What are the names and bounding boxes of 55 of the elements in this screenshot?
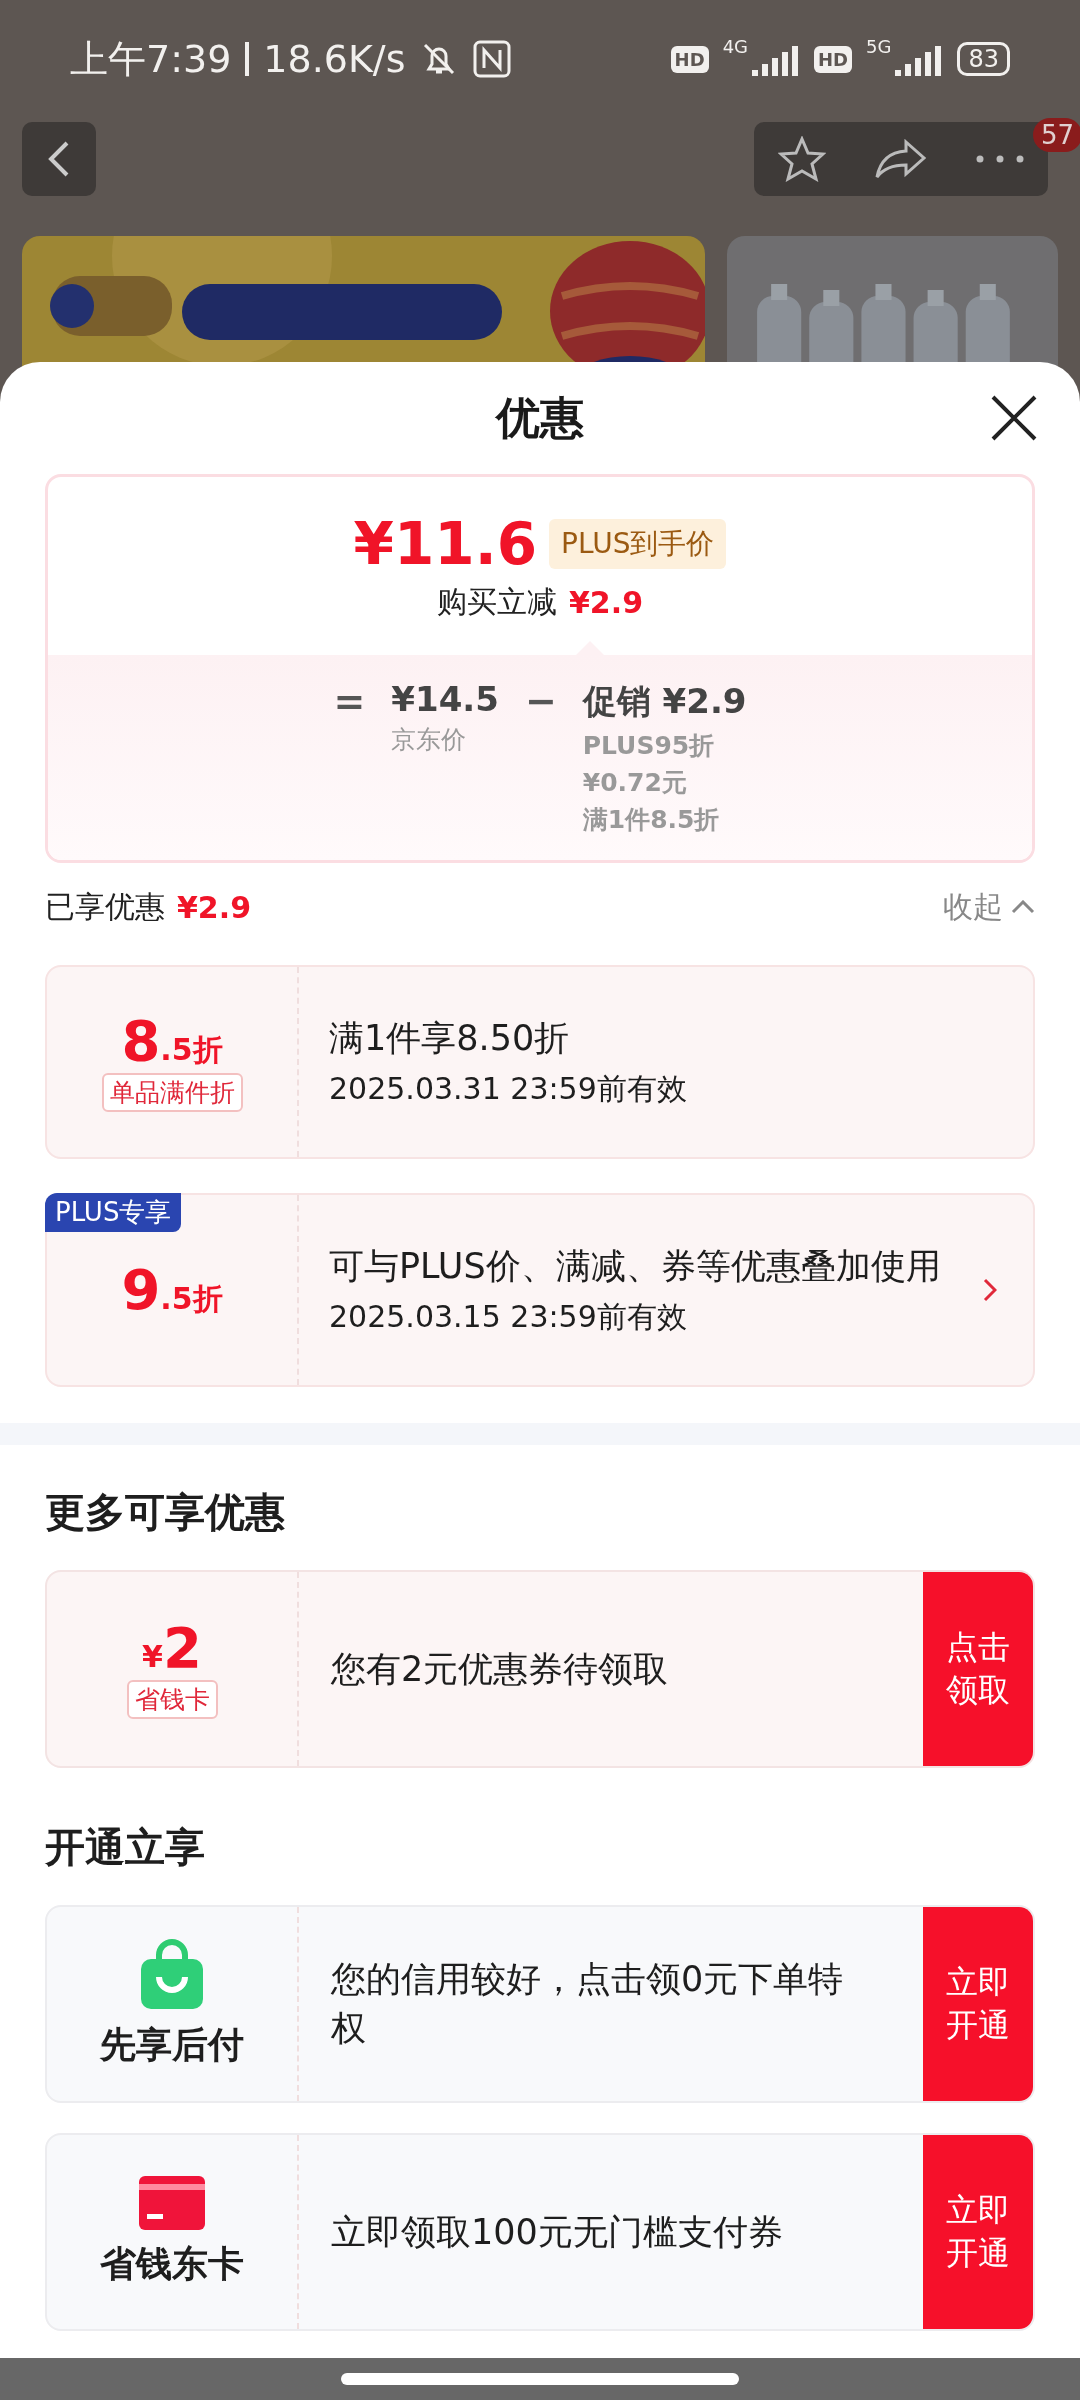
network-speed: 18.6K/s: [263, 37, 406, 81]
shopping-bag-icon: [139, 1938, 205, 2011]
activate-button[interactable]: 立即开通: [923, 1907, 1033, 2101]
more-icon[interactable]: [976, 155, 1024, 163]
chevron-icon[interactable]: [983, 1278, 997, 1302]
nfc-icon: [473, 40, 512, 78]
section-title: 开通立享: [44, 1823, 206, 1872]
coupon-tag: 省钱卡: [126, 1679, 218, 1719]
coupon-validity: 2025.03.31 23:59前有效: [329, 1070, 688, 1108]
status-time: 上午7:39: [70, 35, 232, 83]
discount-label: 购买立减: [437, 582, 557, 621]
star-icon[interactable]: [778, 136, 826, 182]
discount-value: 8.5折: [121, 1012, 223, 1069]
back-icon[interactable]: [47, 139, 71, 179]
service-label: 省钱东卡: [100, 2241, 244, 2286]
hd-badge: HD: [814, 45, 853, 73]
plus-badge: PLUS专享: [45, 1193, 182, 1232]
service-label: 先享后付: [100, 2022, 244, 2067]
coupon-tag: 单品满件折: [101, 1072, 243, 1112]
offer-text: 您有2元优惠券待领取: [331, 1647, 670, 1691]
coupon-title: 可与PLUS价、满减、券等优惠叠加使用: [329, 1245, 942, 1288]
network-type: 5G: [866, 36, 892, 57]
promo-detail: 满1件8.5折: [582, 804, 721, 836]
coupon-amount: ¥2: [142, 1619, 202, 1676]
base-price: ¥14.5: [391, 679, 499, 719]
offer-text: 您的信用较好，点击领0元下单特权: [331, 1958, 845, 2050]
card-icon: [139, 2175, 205, 2230]
coupon-validity: 2025.03.15 23:59前有效: [329, 1298, 688, 1336]
close-icon[interactable]: [990, 394, 1038, 442]
share-icon[interactable]: [874, 139, 928, 179]
promo-detail: ¥0.72元: [582, 767, 688, 799]
activate-button[interactable]: 立即开通: [923, 2135, 1033, 2329]
equals-sign: =: [333, 679, 366, 725]
hd-badge: HD: [670, 45, 709, 73]
collapse-toggle[interactable]: 收起: [943, 886, 1003, 928]
saved-label: 已享优惠: [45, 887, 165, 926]
notification-badge: 57: [1032, 118, 1080, 152]
battery-level: 83: [957, 42, 1010, 76]
network-type: 4G: [722, 36, 749, 57]
caret-icon[interactable]: [1011, 900, 1035, 914]
section-title: 更多可享优惠: [44, 1488, 286, 1537]
promo-detail: PLUS95折: [582, 730, 716, 762]
claim-button[interactable]: 点击领取: [923, 1572, 1033, 1766]
sheet-title: 优惠: [496, 390, 584, 445]
final-price: ¥11.6: [353, 509, 538, 578]
discount-value: 9.5折: [121, 1262, 223, 1318]
promo-amount: 促销 ¥2.9: [582, 680, 747, 723]
back-button[interactable]: [22, 122, 96, 196]
coupon-title: 满1件享8.50折: [329, 1017, 571, 1060]
saved-amount: ¥2.9: [177, 889, 252, 925]
discount-amount: ¥2.9: [569, 584, 643, 620]
minus-sign: −: [524, 679, 557, 725]
base-price-label: 京东价: [391, 724, 468, 756]
offer-text: 立即领取100元无门槛支付券: [331, 2210, 784, 2254]
price-tag: PLUS到手价: [549, 518, 727, 569]
